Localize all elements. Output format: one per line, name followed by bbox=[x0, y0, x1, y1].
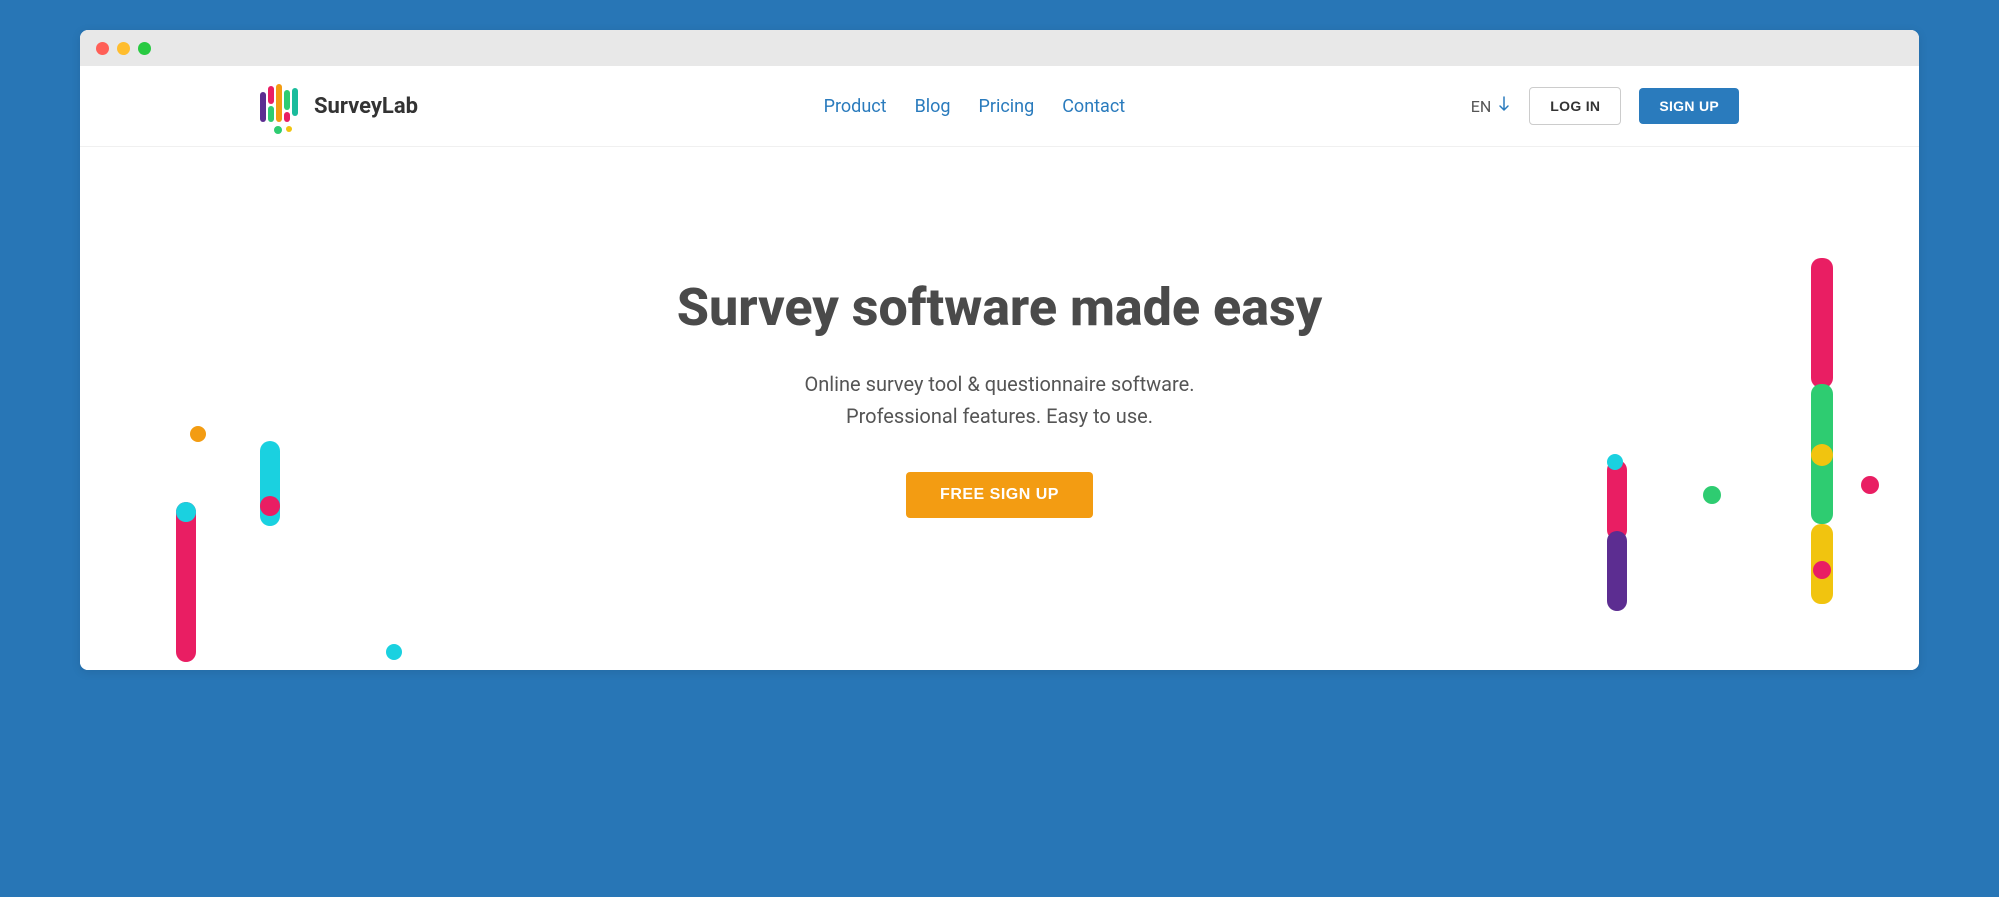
window-close-icon[interactable] bbox=[96, 42, 109, 55]
free-signup-button[interactable]: FREE SIGN UP bbox=[906, 472, 1093, 518]
hero-title: Survey software made easy bbox=[80, 277, 1919, 338]
navbar: SurveyLab Product Blog Pricing Contact E… bbox=[80, 66, 1919, 147]
hero-subtitle-line2: Professional features. Easy to use. bbox=[80, 400, 1919, 432]
decoration-dot-icon bbox=[260, 496, 280, 516]
nav-right: EN LOG IN SIGN UP bbox=[1471, 87, 1739, 125]
nav-link-contact[interactable]: Contact bbox=[1062, 96, 1125, 117]
logo-text: SurveyLab bbox=[314, 94, 418, 119]
nav-link-product[interactable]: Product bbox=[824, 96, 887, 117]
decoration-dot-icon bbox=[176, 502, 196, 522]
arrow-down-icon bbox=[1497, 96, 1511, 116]
nav-link-pricing[interactable]: Pricing bbox=[979, 96, 1035, 117]
language-switcher[interactable]: EN bbox=[1471, 96, 1512, 116]
nav-links: Product Blog Pricing Contact bbox=[764, 96, 1126, 117]
signup-button[interactable]: SIGN UP bbox=[1639, 88, 1739, 124]
logo-icon bbox=[260, 84, 304, 128]
language-label: EN bbox=[1471, 97, 1492, 116]
page-content: SurveyLab Product Blog Pricing Contact E… bbox=[80, 66, 1919, 670]
decoration-dot-icon bbox=[1813, 561, 1831, 579]
decoration-dot-icon bbox=[1607, 454, 1623, 470]
decoration-dot-icon bbox=[1811, 444, 1833, 466]
decoration-dot-icon bbox=[386, 644, 402, 660]
window-maximize-icon[interactable] bbox=[138, 42, 151, 55]
logo-link[interactable]: SurveyLab bbox=[260, 84, 418, 128]
window-minimize-icon[interactable] bbox=[117, 42, 130, 55]
hero: Survey software made easy Online survey … bbox=[80, 147, 1919, 518]
decoration-bar-icon bbox=[176, 502, 196, 662]
decoration-bar-icon bbox=[1607, 531, 1627, 611]
browser-window: SurveyLab Product Blog Pricing Contact E… bbox=[80, 30, 1919, 670]
nav-link-blog[interactable]: Blog bbox=[915, 96, 951, 117]
browser-chrome bbox=[80, 30, 1919, 66]
hero-subtitle-line1: Online survey tool & questionnaire softw… bbox=[80, 368, 1919, 400]
login-button[interactable]: LOG IN bbox=[1529, 87, 1621, 125]
